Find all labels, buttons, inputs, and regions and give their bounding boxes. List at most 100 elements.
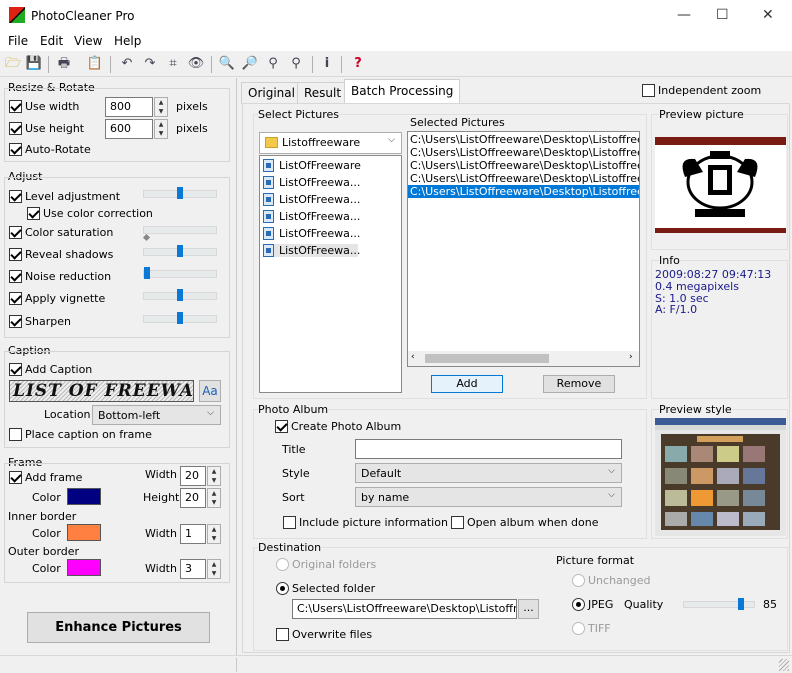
zoom-fit-icon[interactable]: ⚲ xyxy=(264,55,282,73)
zoom-out-icon[interactable]: 🔎 xyxy=(241,55,259,73)
eye-icon[interactable]: 👁 xyxy=(187,55,205,73)
add-button[interactable]: Add xyxy=(431,375,503,393)
scrollbar-thumb[interactable] xyxy=(425,354,549,363)
selected-item-highlighted[interactable]: C:\Users\ListOffreeware\Desktop\Listoffr… xyxy=(408,185,639,198)
scroll-left-icon[interactable]: ‹ xyxy=(411,352,415,362)
level-adjustment-slider[interactable] xyxy=(143,187,217,199)
height-input[interactable]: 600 xyxy=(105,119,153,139)
open-folder-icon[interactable]: 🗁 xyxy=(4,55,22,73)
place-caption-on-frame-checkbox[interactable] xyxy=(9,428,22,441)
use-width-checkbox[interactable] xyxy=(9,100,22,113)
sharpen-slider[interactable] xyxy=(143,312,217,324)
redo-icon[interactable]: ↷ xyxy=(141,55,159,73)
auto-rotate-checkbox[interactable] xyxy=(9,143,22,156)
tab-result[interactable]: Result xyxy=(297,82,349,104)
slider-thumb[interactable] xyxy=(144,267,150,279)
close-button[interactable]: ✕ xyxy=(762,7,774,23)
menu-file[interactable]: File xyxy=(8,34,28,48)
frame-height-input[interactable]: 20 xyxy=(180,488,206,508)
outer-width-spinner[interactable]: ▲ ▼ xyxy=(207,559,221,579)
menu-view[interactable]: View xyxy=(74,34,102,48)
frame-color-swatch[interactable] xyxy=(67,488,101,505)
slider-thumb[interactable] xyxy=(177,312,183,324)
file-list-item[interactable]: ListOfFreewa... xyxy=(263,227,360,240)
horizontal-scrollbar[interactable]: ‹ › xyxy=(408,351,639,366)
location-select[interactable]: Bottom-left ⌵ xyxy=(92,405,221,425)
height-spinner[interactable]: ▲ ▼ xyxy=(154,119,168,139)
folder-select[interactable]: Listoffreeware ⌵ xyxy=(259,132,402,154)
file-list-item[interactable]: ListOfFreewa... xyxy=(263,210,360,223)
splitter[interactable] xyxy=(236,78,237,655)
inner-width-spinner[interactable]: ▲ ▼ xyxy=(207,524,221,544)
add-caption-checkbox[interactable] xyxy=(9,363,22,376)
zoom-in-icon[interactable]: 🔍 xyxy=(218,55,236,73)
selected-item[interactable]: C:\Users\ListOffreeware\Desktop\Listoffr… xyxy=(410,146,639,159)
info-icon[interactable]: i xyxy=(318,55,336,73)
width-spinner[interactable]: ▲ ▼ xyxy=(154,97,168,117)
slider-thumb[interactable] xyxy=(738,598,744,610)
noise-reduction-slider[interactable] xyxy=(143,267,217,279)
frame-width-spinner[interactable]: ▲ ▼ xyxy=(207,466,221,486)
slider-thumb[interactable] xyxy=(177,187,183,199)
level-adjustment-checkbox[interactable] xyxy=(9,190,22,203)
frame-width-input[interactable]: 20 xyxy=(180,466,206,486)
file-list-item[interactable]: ListOfFreewa... xyxy=(263,193,360,206)
unchanged-radio[interactable] xyxy=(572,574,585,587)
include-picture-information-checkbox[interactable] xyxy=(283,516,296,529)
caption-preview[interactable]: LIST OF FREEWARE xyxy=(9,380,194,402)
use-height-checkbox[interactable] xyxy=(9,122,22,135)
use-color-correction-checkbox[interactable] xyxy=(27,207,40,220)
noise-reduction-checkbox[interactable] xyxy=(9,270,22,283)
maximize-button[interactable]: ☐ xyxy=(716,7,729,23)
scroll-right-icon[interactable]: › xyxy=(629,352,633,362)
jpeg-radio[interactable] xyxy=(572,598,585,611)
tab-original[interactable]: Original xyxy=(241,82,302,104)
file-list-item[interactable]: ListOfFreeware xyxy=(263,159,361,172)
original-folders-radio[interactable] xyxy=(276,558,289,571)
tab-batch-processing[interactable]: Batch Processing xyxy=(344,79,461,104)
reveal-shadows-slider[interactable] xyxy=(143,245,217,257)
add-frame-checkbox[interactable] xyxy=(9,471,22,484)
selected-folder-radio[interactable] xyxy=(276,582,289,595)
minimize-button[interactable]: — xyxy=(677,7,691,23)
create-photo-album-checkbox[interactable] xyxy=(275,420,288,433)
browse-button[interactable]: ... xyxy=(518,599,539,619)
apply-vignette-checkbox[interactable] xyxy=(9,292,22,305)
selected-item[interactable]: C:\Users\ListOffreeware\Desktop\Listoffr… xyxy=(410,159,639,172)
album-title-input[interactable] xyxy=(355,439,622,459)
help-icon[interactable]: ? xyxy=(349,55,367,73)
undo-icon[interactable]: ↶ xyxy=(118,55,136,73)
destination-path-input[interactable]: C:\Users\ListOffreeware\Desktop\Listoffr… xyxy=(292,599,517,619)
copy-icon[interactable]: 📋 xyxy=(86,55,104,73)
inner-width-input[interactable]: 1 xyxy=(180,524,206,544)
apply-vignette-slider[interactable] xyxy=(143,289,217,301)
overwrite-files-checkbox[interactable] xyxy=(276,628,289,641)
album-sort-select[interactable]: by name ⌵ xyxy=(355,487,622,507)
outer-width-input[interactable]: 3 xyxy=(180,559,206,579)
frame-height-spinner[interactable]: ▲ ▼ xyxy=(207,488,221,508)
album-style-select[interactable]: Default ⌵ xyxy=(355,463,622,483)
quality-slider[interactable] xyxy=(683,598,755,610)
tiff-radio[interactable] xyxy=(572,622,585,635)
slider-thumb[interactable] xyxy=(177,245,183,257)
enhance-pictures-button[interactable]: Enhance Pictures xyxy=(27,612,210,643)
remove-button[interactable]: Remove xyxy=(543,375,615,393)
caption-font-button[interactable]: Aa xyxy=(199,380,221,402)
zoom-actual-icon[interactable]: ⚲ xyxy=(287,55,305,73)
outer-color-swatch[interactable] xyxy=(67,559,101,576)
file-list[interactable]: ListOfFreeware ListOfFreewa... ListOfFre… xyxy=(259,155,402,393)
color-saturation-checkbox[interactable] xyxy=(9,226,22,239)
sharpen-checkbox[interactable] xyxy=(9,315,22,328)
slider-thumb[interactable] xyxy=(177,289,183,301)
inner-color-swatch[interactable] xyxy=(67,524,101,541)
file-list-item[interactable]: ListOfFreewa... xyxy=(263,244,360,257)
file-list-item[interactable]: ListOfFreewa... xyxy=(263,176,360,189)
width-input[interactable]: 800 xyxy=(105,97,153,117)
menu-edit[interactable]: Edit xyxy=(40,34,63,48)
selected-item[interactable]: C:\Users\ListOffreeware\Desktop\Listoffr… xyxy=(410,133,639,146)
open-album-when-done-checkbox[interactable] xyxy=(451,516,464,529)
reveal-shadows-checkbox[interactable] xyxy=(9,248,22,261)
resize-grip[interactable] xyxy=(779,659,789,671)
color-saturation-slider[interactable] xyxy=(142,226,217,242)
independent-zoom-checkbox[interactable] xyxy=(642,84,655,97)
